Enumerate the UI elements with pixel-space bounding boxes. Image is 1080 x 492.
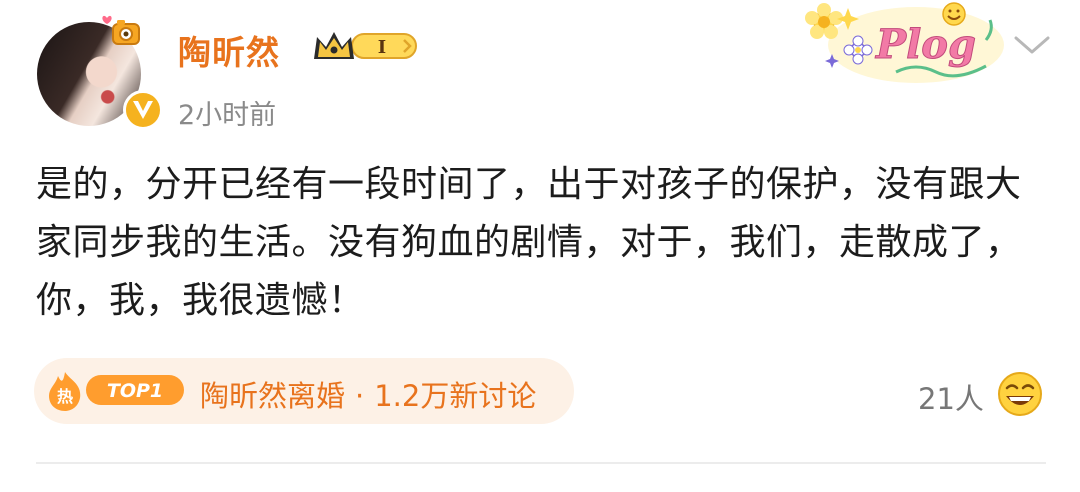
topic-name: 陶昕然离婚 <box>200 379 346 413</box>
vip-crown-icon[interactable]: I <box>312 29 420 63</box>
hot-glyph: 热 <box>57 387 73 406</box>
topic-link[interactable]: 热 TOP1 陶昕然离婚 · 1.2万新讨论 <box>34 358 574 424</box>
top-rank-badge: TOP1 <box>86 375 184 405</box>
divider <box>36 462 1046 464</box>
plog-sticker-icon: Plog <box>805 2 1004 83</box>
vip-level: I <box>378 37 386 58</box>
reaction-count[interactable]: 21人 <box>918 376 984 418</box>
hot-icon: 热 <box>49 372 81 411</box>
plog-sticker-text: Plog <box>875 21 976 68</box>
verified-v-icon <box>123 90 163 130</box>
chevron-down-icon[interactable] <box>1010 30 1054 60</box>
post-text: 是的，分开已经有一段时间了，出于对孩子的保护，没有跟大家同步我的生活。没有狗血的… <box>36 164 1022 321</box>
topic-separator: · <box>355 379 365 413</box>
topic-label[interactable]: 陶昕然离婚 · 1.2万新讨论 <box>200 373 536 415</box>
avatar-area[interactable] <box>37 15 163 130</box>
timestamp: 2小时前 <box>178 100 277 131</box>
username[interactable]: 陶昕然 <box>178 26 280 74</box>
laugh-emoji-icon[interactable] <box>996 370 1044 418</box>
top-rank-text: TOP1 <box>107 380 163 402</box>
avatar-decoration-icon <box>102 15 140 45</box>
topic-discussion-count: 1.2万新讨论 <box>374 379 537 413</box>
